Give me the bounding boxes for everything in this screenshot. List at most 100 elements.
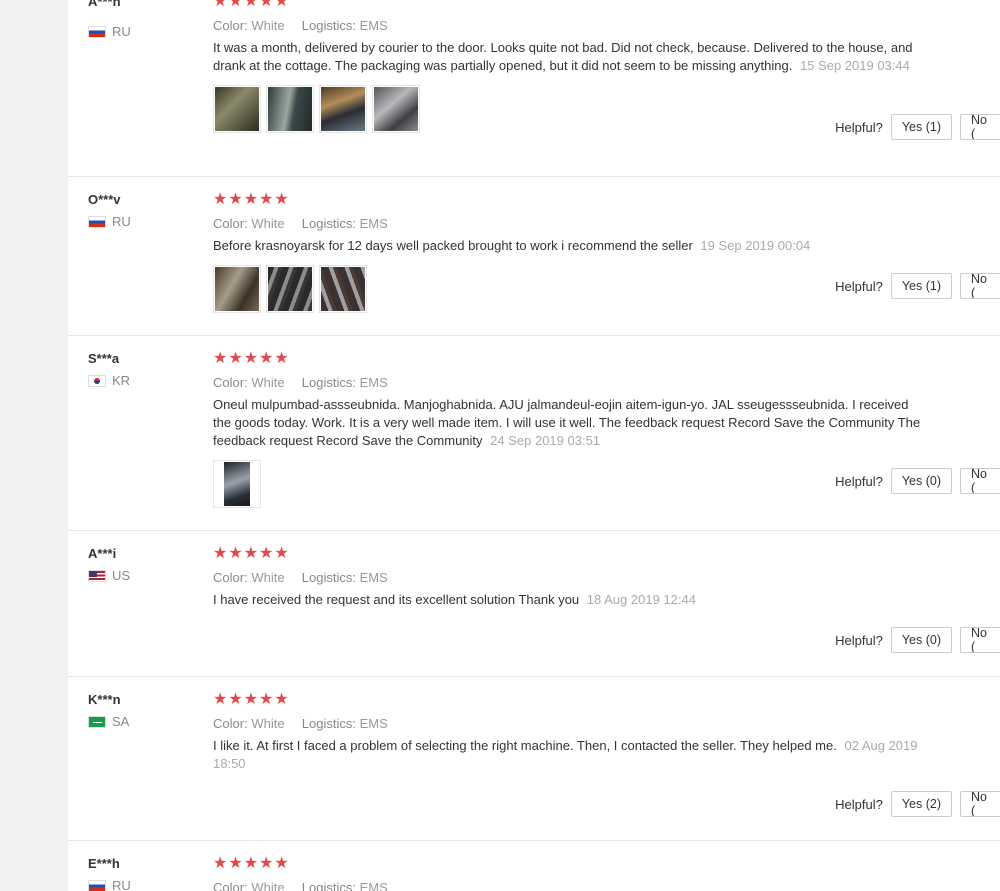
country-code: SA: [112, 714, 130, 729]
helpful-yes-button[interactable]: Yes (2): [890, 791, 952, 817]
helpful-yes-button[interactable]: Yes (1): [890, 273, 952, 299]
helpful-yes-button[interactable]: Yes (1): [890, 114, 952, 140]
review-date: 18 Aug 2019 12:44: [586, 592, 696, 607]
reviewer-name: K***n: [88, 692, 121, 707]
review-item: S***a KR ★★★★★ Color: White Logistics: E…: [68, 351, 1000, 531]
country-code: RU: [112, 214, 131, 229]
helpful-label: Helpful?: [835, 796, 883, 812]
order-info: Color: White Logistics: EMS: [213, 716, 928, 731]
helpful-no-button[interactable]: No (: [960, 468, 1000, 494]
review-date: 15 Sep 2019 03:44: [799, 58, 910, 73]
review-divider: [68, 676, 1000, 677]
reviewer-country: SA: [88, 714, 129, 729]
country-code: RU: [112, 878, 131, 891]
review-photo-thumbnail[interactable]: [213, 265, 261, 313]
review-item: K***n SA ★★★★★ Color: White Logistics: E…: [68, 692, 1000, 841]
logistics-value: EMS: [359, 880, 388, 891]
helpful-no-button[interactable]: No (: [960, 627, 1000, 653]
review-item: A***i US ★★★★★ Color: White Logistics: E…: [68, 546, 1000, 677]
color-value: White: [251, 880, 285, 891]
review-body: ★★★★★ Color: White Logistics: EMS: [213, 856, 928, 891]
helpful-vote: Helpful? Yes (1) No (: [835, 114, 1000, 140]
review-date: 19 Sep 2019 00:04: [700, 238, 811, 253]
color-label: Color:: [213, 18, 248, 33]
helpful-yes-button[interactable]: Yes (0): [890, 627, 952, 653]
reviewer-name: O***v: [88, 192, 121, 207]
color-value: White: [251, 570, 285, 585]
flag-sa-icon: [88, 715, 106, 728]
rating-stars-icon: ★★★★★: [213, 545, 290, 562]
review-body: ★★★★★ Color: White Logistics: EMS I like…: [213, 692, 928, 773]
helpful-vote: Helpful? Yes (1) No (: [835, 273, 1000, 299]
order-info: Color: White Logistics: EMS: [213, 570, 928, 585]
review-photo-thumbnail[interactable]: [213, 460, 261, 508]
reviewer-name: A***n: [88, 0, 121, 9]
logistics-value: EMS: [359, 716, 388, 731]
review-body: ★★★★★ Color: White Logistics: EMS Before…: [213, 192, 928, 313]
reviewer-country: RU: [88, 214, 131, 229]
review-body: ★★★★★ Color: White Logistics: EMS Oneul …: [213, 351, 928, 508]
helpful-no-button[interactable]: No (: [960, 114, 1000, 140]
reviewer-country: RU: [88, 878, 131, 891]
review-divider: [68, 530, 1000, 531]
color-value: White: [251, 18, 285, 33]
flag-ru-icon: [88, 25, 106, 38]
country-code: KR: [112, 373, 131, 388]
review-photo-thumbnail[interactable]: [372, 85, 420, 133]
rating-stars-icon: ★★★★★: [213, 191, 290, 208]
helpful-no-button[interactable]: No (: [960, 273, 1000, 299]
review-content: I have received the request and its exce…: [213, 592, 580, 607]
review-text: I have received the request and its exce…: [213, 591, 928, 609]
review-divider: [68, 840, 1000, 841]
helpful-yes-button[interactable]: Yes (0): [890, 468, 952, 494]
logistics-label: Logistics:: [301, 18, 356, 33]
review-text: Oneul mulpumbad-assseubnida. Manjoghabni…: [213, 396, 928, 450]
rating-stars-icon: ★★★★★: [213, 856, 290, 872]
review-date: 24 Sep 2019 03:51: [490, 433, 601, 448]
review-item: A***n RU ★★★★★ Color: White Logistics: E…: [68, 0, 1000, 177]
review-item: E***h RU ★★★★★ Color: White Logistics: E…: [68, 856, 1000, 891]
helpful-no-button[interactable]: No (: [960, 791, 1000, 817]
review-photo-thumbnail[interactable]: [319, 265, 367, 313]
review-text: Before krasnoyarsk for 12 days well pack…: [213, 237, 928, 255]
rating-stars-icon: ★★★★★: [213, 350, 290, 367]
logistics-label: Logistics:: [301, 570, 356, 585]
left-gutter: [0, 0, 68, 891]
order-info: Color: White Logistics: EMS: [213, 216, 928, 231]
logistics-label: Logistics:: [301, 880, 356, 891]
helpful-label: Helpful?: [835, 278, 883, 294]
color-value: White: [251, 375, 285, 390]
logistics-value: EMS: [359, 216, 388, 231]
review-photos: [213, 265, 928, 313]
reviewer-name: A***i: [88, 546, 117, 561]
review-photo-thumbnail[interactable]: [213, 85, 261, 133]
flag-ru-icon: [88, 215, 106, 228]
color-label: Color:: [213, 570, 248, 585]
helpful-label: Helpful?: [835, 632, 883, 648]
flag-ru-icon: [88, 879, 106, 891]
review-photo-thumbnail[interactable]: [319, 85, 367, 133]
review-photo-thumbnail[interactable]: [266, 85, 314, 133]
color-label: Color:: [213, 880, 248, 891]
flag-us-icon: [88, 569, 106, 582]
rating-stars-icon: ★★★★★: [213, 0, 290, 10]
review-content: I like it. At first I faced a problem of…: [213, 738, 837, 753]
color-value: White: [251, 716, 285, 731]
review-feed: A***n RU ★★★★★ Color: White Logistics: E…: [68, 0, 1000, 891]
helpful-vote: Helpful? Yes (0) No (: [835, 627, 1000, 653]
helpful-label: Helpful?: [835, 119, 883, 135]
review-text: I like it. At first I faced a problem of…: [213, 737, 928, 773]
order-info: Color: White Logistics: EMS: [213, 375, 928, 390]
order-info: Color: White Logistics: EMS: [213, 880, 928, 891]
review-text: It was a month, delivered by courier to …: [213, 39, 928, 75]
helpful-label: Helpful?: [835, 473, 883, 489]
review-photos: [213, 85, 928, 133]
reviewer-country: KR: [88, 373, 130, 388]
color-label: Color:: [213, 716, 248, 731]
review-divider: [68, 176, 1000, 177]
review-photo-thumbnail[interactable]: [266, 265, 314, 313]
color-label: Color:: [213, 375, 248, 390]
color-value: White: [251, 216, 285, 231]
reviewer-country: RU: [88, 24, 131, 39]
logistics-label: Logistics:: [301, 375, 356, 390]
